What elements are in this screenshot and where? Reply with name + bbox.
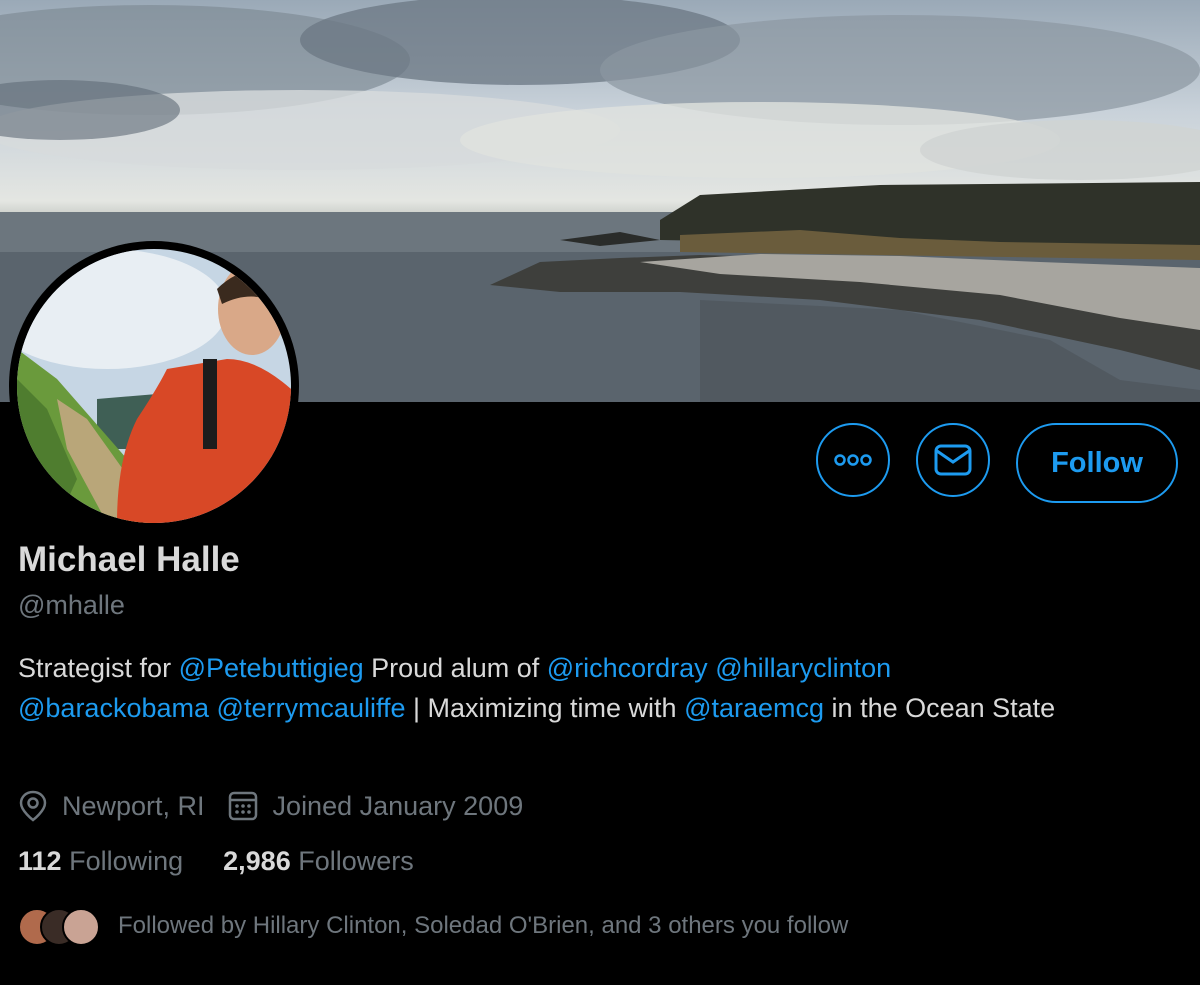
mention-link[interactable]: @richcordray — [547, 653, 708, 683]
bio-text — [209, 693, 217, 723]
location-pin-icon — [19, 790, 47, 822]
joined-text: Joined January 2009 — [272, 790, 524, 821]
message-button[interactable] — [916, 423, 990, 497]
location-text: Newport, RI — [62, 790, 205, 821]
followed-by-text: Followed by Hillary Clinton, Soledad O'B… — [118, 912, 849, 939]
followers-label: Followers — [298, 846, 414, 876]
mention-link[interactable]: @terrymcauliffe — [217, 693, 406, 723]
profile-bio: Strategist for @Petebuttigieg Proud alum… — [18, 648, 1138, 728]
followers-count: 2,986 — [223, 846, 291, 876]
more-options-button[interactable] — [816, 423, 890, 497]
mini-avatar — [62, 908, 100, 946]
profile-meta: Newport, RI Joined January 2009 — [18, 786, 545, 826]
avatar-photo — [17, 249, 291, 523]
mention-link[interactable]: @barackobama — [18, 693, 209, 723]
joined-item: Joined January 2009 — [227, 790, 524, 822]
mention-link[interactable]: @hillaryclinton — [715, 653, 891, 683]
follow-stats: 112 Following 2,986 Followers — [18, 846, 454, 877]
profile-avatar[interactable] — [9, 241, 299, 531]
following-label: Following — [69, 846, 184, 876]
location-item: Newport, RI — [18, 790, 205, 822]
bio-text: Proud alum of — [363, 653, 547, 683]
mention-link[interactable]: @taraemcg — [684, 693, 824, 723]
followers-link[interactable]: 2,986 Followers — [223, 846, 414, 877]
bio-text: in the Ocean State — [824, 693, 1056, 723]
calendar-icon — [228, 791, 257, 821]
profile-handle: @mhalle — [18, 590, 125, 620]
mention-link[interactable]: @Petebuttigieg — [179, 653, 364, 683]
followed-by-avatars — [18, 908, 100, 946]
more-icon — [834, 454, 872, 466]
profile-name: Michael Halle — [18, 540, 240, 579]
envelope-icon — [934, 444, 972, 476]
followed-by-row[interactable]: Followed by Hillary Clinton, Soledad O'B… — [18, 906, 848, 946]
following-count: 112 — [18, 846, 62, 876]
bio-text: | Maximizing time with — [405, 693, 685, 723]
follow-button[interactable]: Follow — [1016, 423, 1178, 503]
following-link[interactable]: 112 Following — [18, 846, 183, 877]
bio-text: Strategist for — [18, 653, 179, 683]
